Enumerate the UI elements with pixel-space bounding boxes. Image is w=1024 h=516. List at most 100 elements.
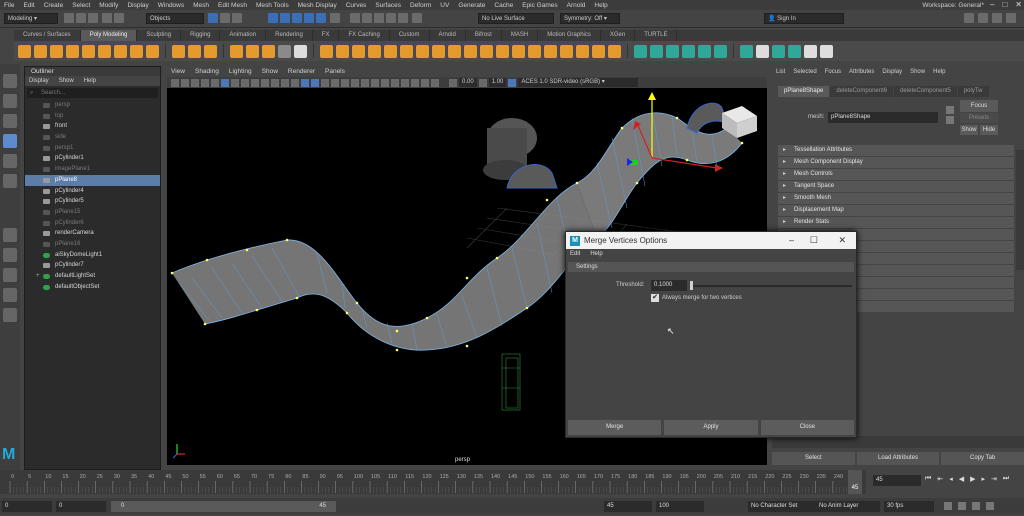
menu-cache[interactable]: Cache	[494, 2, 513, 9]
snap-grid-icon[interactable]	[268, 13, 278, 23]
select-camera-icon[interactable]	[171, 78, 179, 87]
ae-section-mesh-component-display[interactable]: Mesh Component Display	[778, 157, 1014, 168]
outliner-item[interactable]: renderCamera	[25, 228, 160, 239]
maximize-icon[interactable]: □	[1002, 0, 1007, 10]
dialog-menu-edit[interactable]: Edit	[570, 249, 580, 259]
multi-cut-icon[interactable]	[400, 44, 413, 58]
ipr-render-icon[interactable]	[362, 13, 372, 23]
use-all-lights-icon[interactable]	[351, 78, 359, 87]
planar-map-icon[interactable]	[650, 44, 663, 58]
attribute-editor-icon[interactable]	[992, 13, 1002, 23]
select-tool-icon[interactable]	[3, 74, 17, 88]
ae-menu-show[interactable]: Show	[910, 67, 925, 78]
menu-file[interactable]: File	[4, 2, 14, 9]
side-by-side-layout-icon[interactable]	[3, 268, 17, 282]
render-settings-icon[interactable]	[374, 13, 384, 23]
shadows-icon[interactable]	[361, 78, 369, 87]
close-button[interactable]: Close	[760, 420, 854, 435]
shelf-tab-poly-modeling[interactable]: Poly Modeling	[80, 30, 138, 41]
close-icon[interactable]: ✕	[1015, 0, 1022, 10]
outliner-item[interactable]: pCylinder4	[25, 186, 160, 197]
end-time-field[interactable]: 100	[656, 501, 704, 512]
poly-plane-icon[interactable]	[98, 44, 111, 58]
side-tab-strip[interactable]	[1016, 150, 1024, 270]
threshold-slider[interactable]	[690, 285, 852, 287]
shelf-tab-arnold[interactable]: Arnold	[430, 30, 466, 41]
settings-section-header[interactable]: Settings	[568, 262, 854, 272]
hide-button[interactable]: Hide	[980, 125, 998, 135]
poly-disc-icon[interactable]	[114, 44, 127, 58]
sweep-mesh-icon[interactable]	[172, 44, 185, 58]
viewport-menu-renderer[interactable]: Renderer	[288, 67, 315, 77]
ae-tab-deletecomponent6[interactable]: deleteComponent6	[830, 86, 894, 97]
smooth-shade-icon[interactable]	[311, 78, 319, 87]
connect-icon[interactable]	[512, 44, 525, 58]
menu-windows[interactable]: Windows	[158, 2, 184, 9]
outliner-menu-show[interactable]: Show	[59, 76, 74, 86]
xray-components-icon[interactable]	[431, 78, 439, 87]
camera-attributes-icon[interactable]	[181, 78, 189, 87]
bridge-icon[interactable]	[336, 44, 349, 58]
menu-edit[interactable]: Edit	[23, 2, 34, 9]
shelf-tab-fx[interactable]: FX	[313, 30, 340, 41]
field-chart-icon[interactable]	[271, 78, 279, 87]
reduce-icon[interactable]	[608, 44, 621, 58]
outliner-item[interactable]: persp1	[25, 143, 160, 154]
outliner-item[interactable]: top	[25, 111, 160, 122]
automatic-map-icon[interactable]	[698, 44, 711, 58]
outliner-search-input[interactable]: ⌕ Search...	[27, 88, 158, 98]
camera-based-map-icon[interactable]	[714, 44, 727, 58]
anim-start-field[interactable]: 0	[56, 501, 106, 512]
menu-deform[interactable]: Deform	[410, 2, 431, 9]
poly-platonic-icon[interactable]	[130, 44, 143, 58]
outliner-item[interactable]: pCylinder6	[25, 218, 160, 229]
ae-tab-polytw[interactable]: polyTw	[957, 86, 989, 97]
outliner-item[interactable]: persp	[25, 100, 160, 111]
loop-icon[interactable]	[944, 502, 952, 510]
paint-select-tool-icon[interactable]	[3, 114, 17, 128]
merge-button[interactable]: Merge	[568, 420, 662, 435]
anim-end-field[interactable]: 45	[604, 501, 652, 512]
menu-select[interactable]: Select	[72, 2, 90, 9]
current-time-marker[interactable]: 45	[848, 470, 862, 494]
append-polygon-icon[interactable]	[384, 44, 397, 58]
svg-icon[interactable]	[204, 44, 217, 58]
menu-arnold[interactable]: Arnold	[567, 2, 586, 9]
ae-section-tessellation-attributes[interactable]: Tessellation Attributes	[778, 145, 1014, 156]
menu-mesh-display[interactable]: Mesh Display	[298, 2, 337, 9]
open-scene-icon[interactable]	[76, 13, 86, 23]
tool-settings-icon[interactable]	[1006, 13, 1016, 23]
menu-epic-games[interactable]: Epic Games	[522, 2, 557, 9]
audio-icon[interactable]	[958, 502, 966, 510]
pin-icon[interactable]	[804, 44, 817, 58]
ae-menu-help[interactable]: Help	[933, 67, 945, 78]
apply-button[interactable]: Apply	[664, 420, 758, 435]
mirror-icon[interactable]	[294, 44, 307, 58]
shelf-tab-sculpting[interactable]: Sculpting	[137, 30, 182, 41]
poly-cube-icon[interactable]	[34, 44, 47, 58]
shelf-tab-turtle[interactable]: TURTLE	[635, 30, 678, 41]
close-icon[interactable]: ✕	[838, 232, 846, 249]
play-backwards-icon[interactable]: ◀	[959, 475, 964, 483]
selection-mode-dropdown[interactable]: Objects	[146, 13, 204, 24]
viewport-menu-shading[interactable]: Shading	[195, 67, 219, 77]
move-tool-icon[interactable]	[3, 134, 17, 148]
xray-icon[interactable]	[411, 78, 419, 87]
safe-action-icon[interactable]	[281, 78, 289, 87]
outliner-item[interactable]: imagePlane1	[25, 164, 160, 175]
magnet-icon[interactable]	[412, 13, 422, 23]
isolate-select-icon[interactable]	[401, 78, 409, 87]
exposure-field[interactable]: 0.00	[459, 78, 477, 87]
menu-mesh-tools[interactable]: Mesh Tools	[256, 2, 289, 9]
wireframe-on-shaded-icon[interactable]	[331, 78, 339, 87]
spherical-map-icon[interactable]	[682, 44, 695, 58]
hypershade-icon[interactable]	[386, 13, 396, 23]
snap-point-icon[interactable]	[292, 13, 302, 23]
snap-surface-icon[interactable]	[316, 13, 326, 23]
menuset-dropdown[interactable]: Modeling ▾	[4, 13, 58, 24]
select-by-object-icon[interactable]	[220, 13, 230, 23]
viewport-menu-show[interactable]: Show	[262, 67, 278, 77]
snap-curve-icon[interactable]	[280, 13, 290, 23]
xray-joints-icon[interactable]	[421, 78, 429, 87]
menu-help[interactable]: Help	[594, 2, 607, 9]
